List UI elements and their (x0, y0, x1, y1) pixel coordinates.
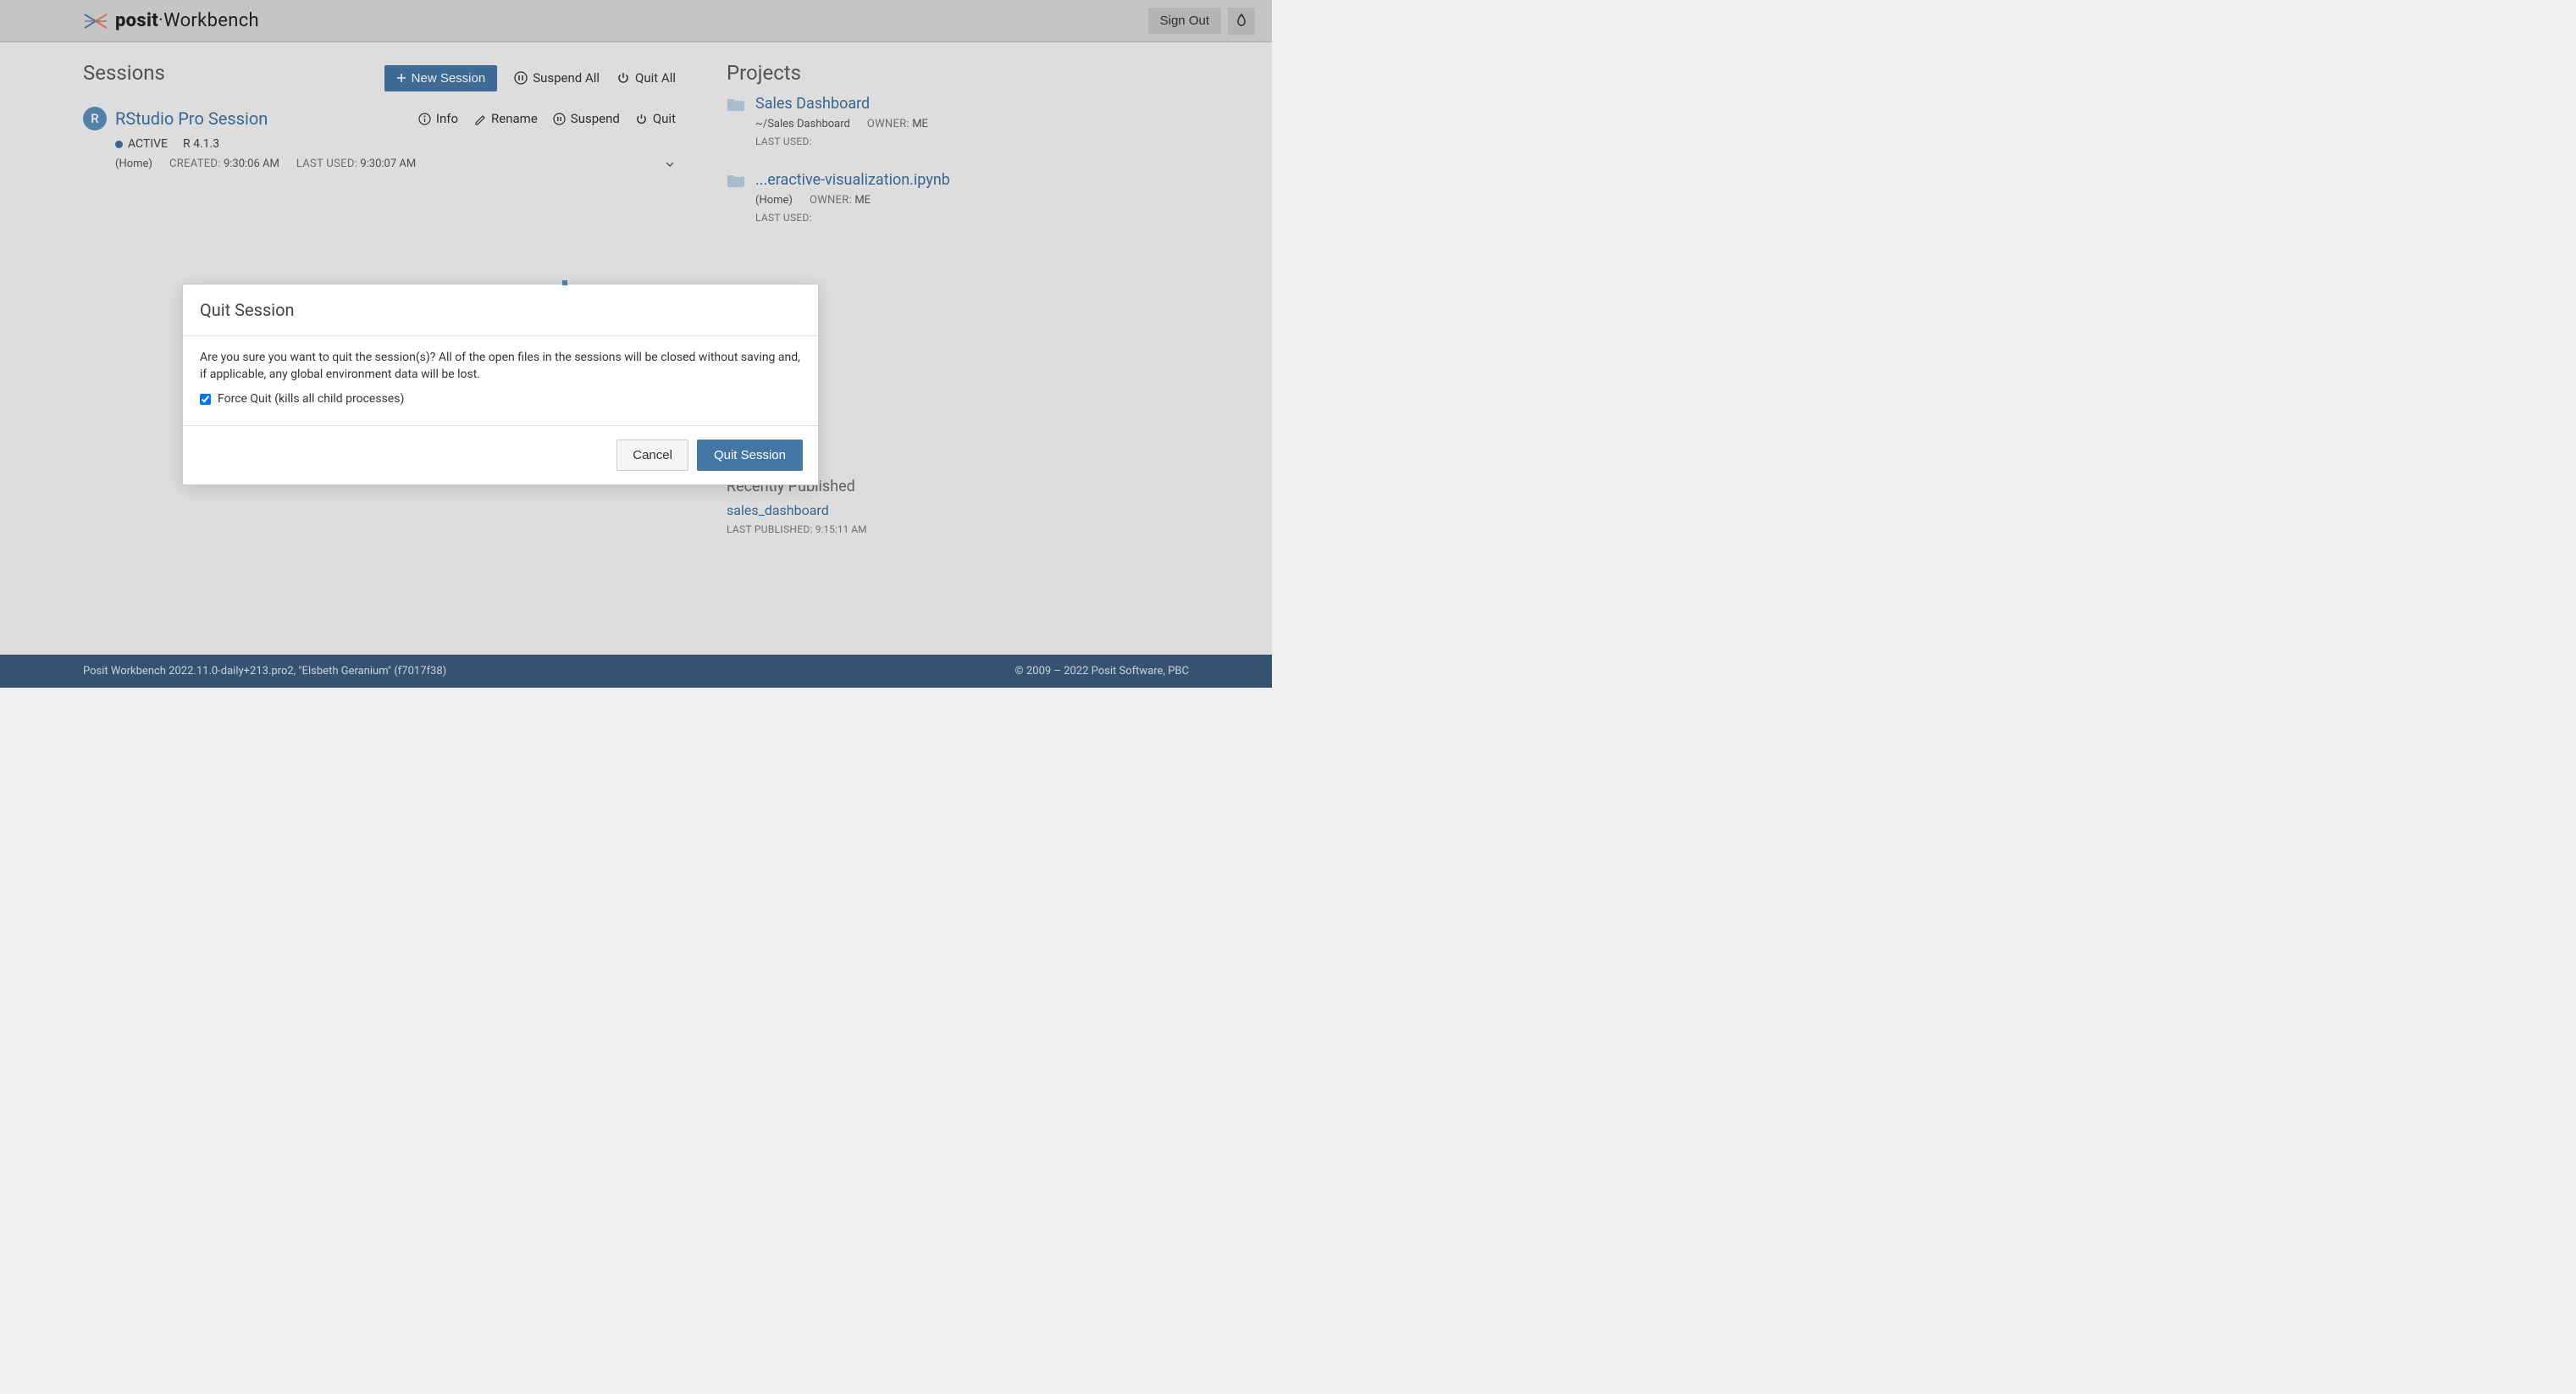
project-last-used: LAST USED: (755, 136, 928, 147)
folder-icon (727, 173, 745, 224)
theme-toggle-button[interactable] (1228, 8, 1255, 35)
session-card: R RStudio Pro Session Info Rename (83, 107, 676, 170)
quit-all-button[interactable]: Quit All (616, 70, 676, 86)
sessions-title: Sessions (83, 61, 165, 85)
recent-last-published: LAST PUBLISHED: 9:15:11 AM (727, 523, 1189, 535)
flame-icon (1235, 14, 1248, 29)
folder-icon (727, 97, 745, 147)
pencil-icon (473, 113, 486, 125)
chevron-down-icon (664, 158, 676, 170)
session-type-badge: R (83, 107, 107, 130)
info-circle-icon (418, 113, 431, 125)
posit-logo-icon (83, 11, 108, 31)
cancel-button[interactable]: Cancel (616, 440, 688, 471)
recent-item-link[interactable]: sales_dashboard (727, 502, 829, 518)
force-quit-checkbox-row[interactable]: Force Quit (kills all child processes) (200, 391, 801, 408)
project-name-link[interactable]: ...eractive-visualization.ipynb (755, 171, 950, 189)
session-suspend-button[interactable]: Suspend (553, 111, 620, 126)
force-quit-checkbox[interactable] (200, 394, 211, 405)
session-rename-button[interactable]: Rename (473, 111, 538, 126)
suspend-all-button[interactable]: Suspend All (514, 70, 600, 86)
footer-version: Posit Workbench 2022.11.0-daily+213.pro2… (83, 665, 446, 678)
new-session-button[interactable]: New Session (384, 65, 498, 91)
session-created: CREATED: 9:30:06 AM (169, 158, 279, 170)
session-info-button[interactable]: Info (418, 111, 458, 126)
quit-session-modal: Quit Session Are you sure you want to qu… (182, 284, 819, 485)
modal-pointer-icon (562, 280, 567, 285)
modal-title: Quit Session (200, 300, 801, 320)
power-icon (616, 71, 630, 85)
pause-circle-icon (553, 113, 566, 125)
footer-bar: Posit Workbench 2022.11.0-daily+213.pro2… (0, 655, 1272, 688)
modal-body-text: Are you sure you want to quit the sessio… (200, 350, 801, 383)
header-bar: posit·Workbench Sign Out (0, 0, 1272, 42)
force-quit-label: Force Quit (kills all child processes) (218, 391, 404, 408)
sign-out-button[interactable]: Sign Out (1148, 8, 1221, 34)
status-dot-icon (115, 141, 123, 148)
session-quit-button[interactable]: Quit (635, 111, 676, 126)
session-last-used: LAST USED: 9:30:07 AM (296, 158, 416, 170)
project-item: Sales Dashboard ~/Sales Dashboard OWNER:… (727, 95, 1189, 147)
project-path: ~/Sales Dashboard (755, 118, 850, 130)
project-item: ...eractive-visualization.ipynb (Home) O… (727, 171, 1189, 224)
pause-circle-icon (514, 71, 528, 85)
project-name-link[interactable]: Sales Dashboard (755, 95, 870, 113)
quit-session-confirm-button[interactable]: Quit Session (697, 440, 803, 471)
project-owner: OWNER: ME (810, 194, 871, 207)
plus-icon (396, 73, 406, 83)
session-runtime: R 4.1.3 (183, 137, 219, 151)
brand-text: posit·Workbench (115, 10, 259, 31)
recently-published-section: Recently Published sales_dashboard LAST … (727, 478, 1189, 535)
session-home: (Home) (115, 158, 152, 170)
projects-title: Projects (727, 61, 1189, 85)
project-path: (Home) (755, 194, 793, 207)
project-owner: OWNER: ME (867, 118, 928, 130)
session-name-link[interactable]: RStudio Pro Session (115, 108, 268, 129)
project-last-used: LAST USED: (755, 212, 950, 224)
footer-copyright: © 2009 – 2022 Posit Software, PBC (1015, 665, 1189, 678)
session-status: ACTIVE (115, 137, 168, 151)
brand: posit·Workbench (83, 10, 259, 31)
power-icon (635, 113, 648, 125)
expand-session-chevron[interactable] (664, 158, 676, 170)
